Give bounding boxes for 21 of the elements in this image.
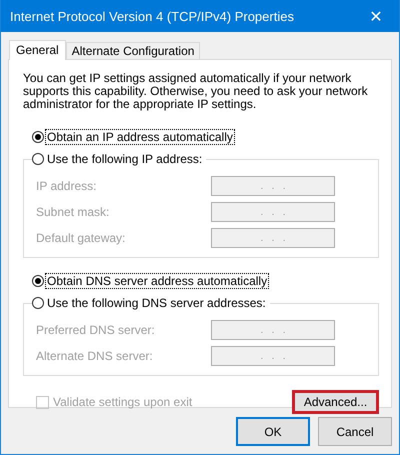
radio-button[interactable] [32,131,44,143]
close-button[interactable]: ✕ [353,0,399,32]
tab[interactable]: Alternate Configuration [66,42,200,59]
radio-label[interactable]: Use the following IP address: [46,152,204,166]
dialog-button[interactable]: Cancel [318,417,392,446]
advanced-button[interactable]: Advanced... [292,390,379,414]
radio-label[interactable]: Use the following DNS server addresses: [46,296,267,310]
field-label: Default gateway: [36,231,126,245]
description-text: You can get IP settings assigned automatically if your network supports this capability. Otherwise, you need to ask your network administrator for the appropriate IP settings. [23,72,369,111]
window-title: Internet Protocol Version 4 (TCP/IPv4) Properties [10,8,294,24]
dialog-button[interactable]: OK [236,417,310,446]
radio-button[interactable] [32,153,44,165]
field-label: Preferred DNS server: [36,323,156,337]
radio-label[interactable]: Obtain DNS server address automatically [46,274,268,288]
radio-button[interactable] [32,275,44,287]
tab[interactable]: General [9,40,66,60]
field-label: Subnet mask: [36,205,110,219]
field-label: IP address: [36,179,98,193]
radio-label[interactable]: Obtain an IP address automatically [46,130,234,144]
field-label: Alternate DNS server: [36,349,154,363]
radio-button[interactable] [32,297,44,309]
